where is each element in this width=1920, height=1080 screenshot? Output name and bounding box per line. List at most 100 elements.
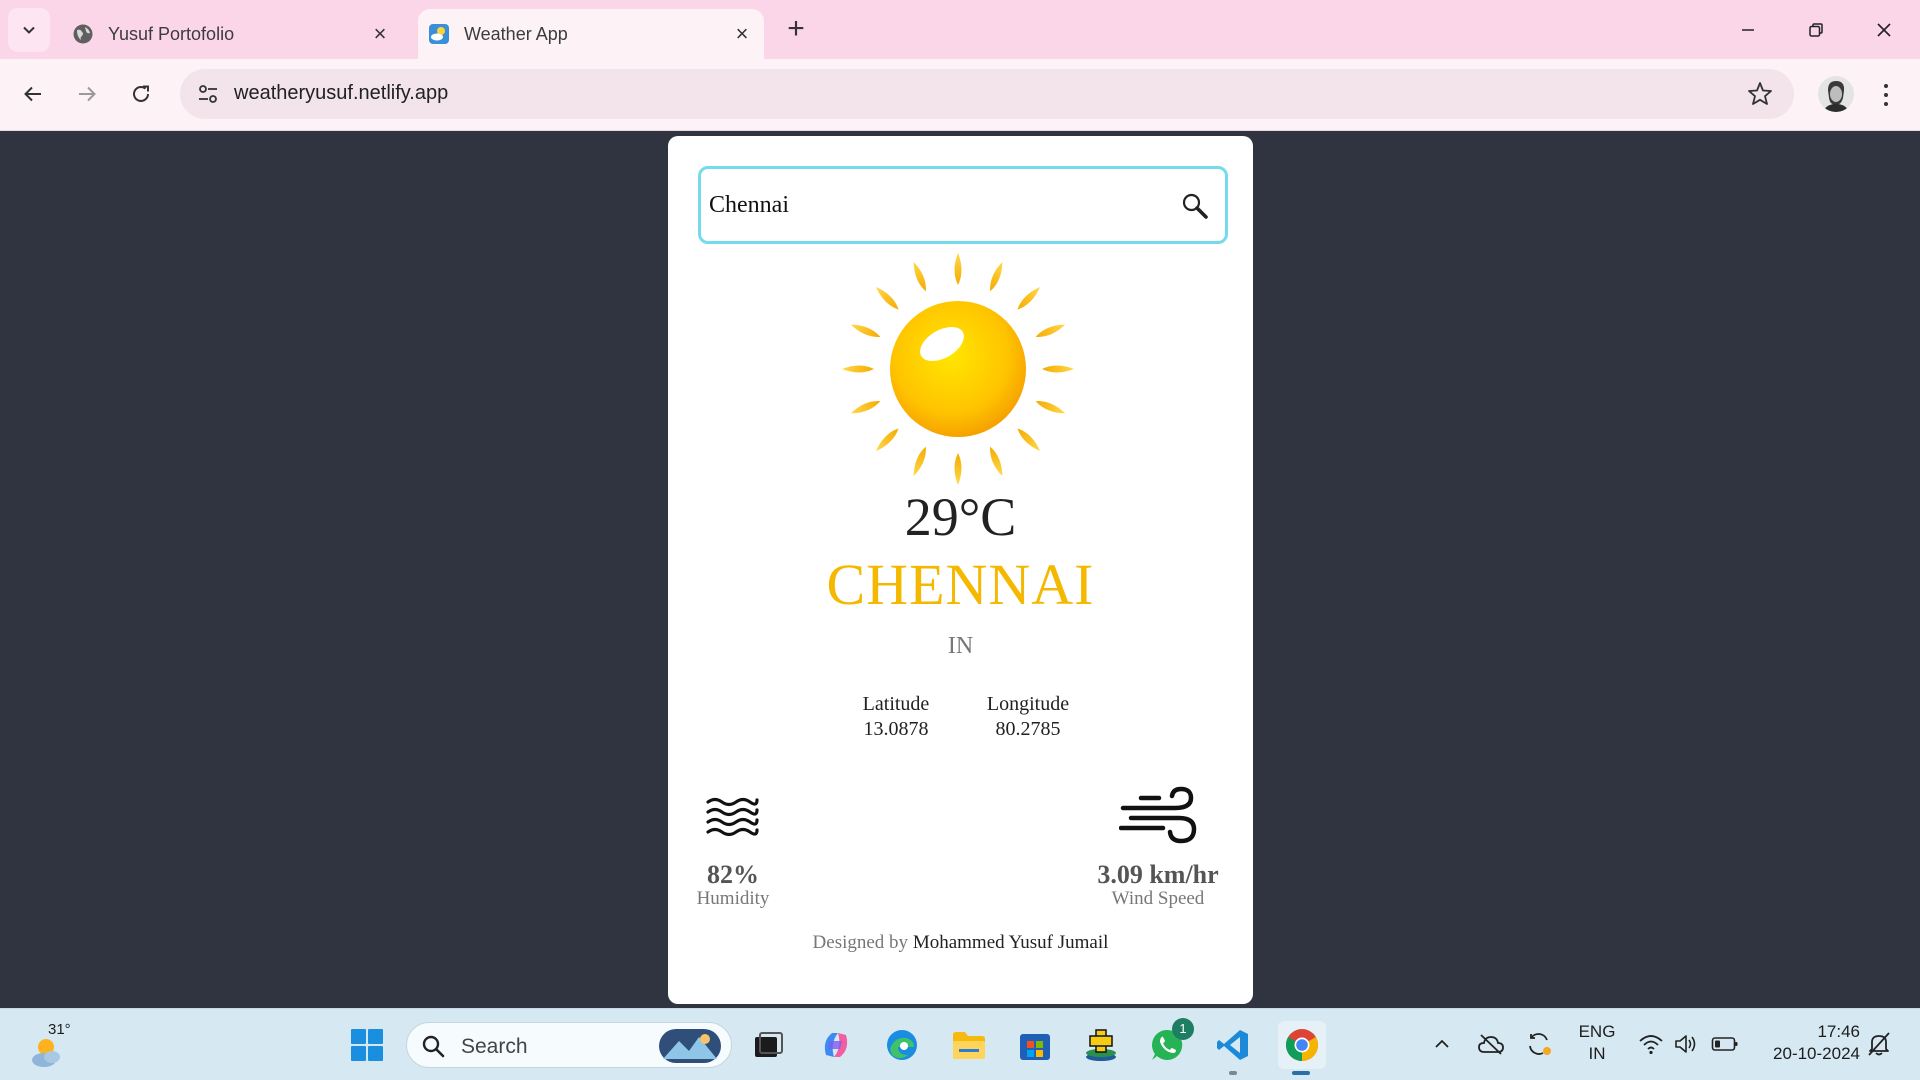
minimize-button[interactable] bbox=[1728, 12, 1768, 48]
onedrive-button[interactable] bbox=[1476, 1029, 1506, 1059]
temperature-value: 29°C bbox=[904, 487, 1017, 547]
task-view-button[interactable] bbox=[747, 1024, 789, 1066]
globe-icon bbox=[73, 24, 93, 44]
city-search-input[interactable] bbox=[709, 179, 1149, 231]
wind-speed-value: 3.09 km/hr bbox=[1097, 860, 1219, 889]
sun-ray bbox=[842, 365, 874, 373]
weather-favicon-icon bbox=[429, 24, 449, 44]
sun-ray bbox=[1017, 428, 1041, 452]
minimize-icon bbox=[1742, 29, 1754, 31]
tab-search-dropdown-button[interactable] bbox=[8, 8, 50, 52]
tab-weather-app[interactable]: Weather App × bbox=[418, 9, 764, 59]
designer-credit: Designed by Mohammed Yusuf Jumail bbox=[668, 932, 1253, 954]
store-button[interactable] bbox=[1014, 1024, 1056, 1066]
tab-yusuf-portfolio[interactable]: Yusuf Portofolio × bbox=[62, 9, 402, 59]
browser-toolbar: weatheryusuf.netlify.app bbox=[0, 59, 1920, 131]
reload-button[interactable] bbox=[121, 74, 161, 114]
new-tab-button[interactable]: + bbox=[778, 12, 814, 48]
clock-time: 17:46 bbox=[1817, 1022, 1860, 1041]
tab-title: Weather App bbox=[464, 23, 568, 44]
credit-prefix: Designed by bbox=[812, 932, 913, 953]
close-icon[interactable]: × bbox=[726, 21, 758, 47]
clock-date: 20-10-2024 bbox=[1773, 1044, 1860, 1063]
avatar-icon bbox=[1818, 76, 1854, 112]
app-button[interactable] bbox=[1080, 1024, 1122, 1066]
menu-button[interactable] bbox=[1874, 77, 1898, 113]
plus-stack-icon bbox=[1086, 1029, 1116, 1061]
language-indicator[interactable]: ENG IN bbox=[1570, 1021, 1624, 1065]
sync-icon bbox=[1529, 1033, 1551, 1055]
show-hidden-icons-button[interactable] bbox=[1427, 1029, 1457, 1059]
sun-ray bbox=[990, 446, 1003, 477]
sun-ray bbox=[1017, 286, 1041, 310]
weather-card: 29°C CHENNAI IN Latitude 13.0878 Longitu… bbox=[668, 136, 1253, 1004]
search-icon[interactable] bbox=[1181, 192, 1209, 220]
profile-avatar[interactable] bbox=[1818, 76, 1854, 112]
sun-ray bbox=[990, 261, 1003, 292]
whatsapp-button[interactable]: 1 bbox=[1146, 1018, 1194, 1066]
volume-button[interactable] bbox=[1672, 1029, 1702, 1059]
close-icon[interactable]: × bbox=[364, 21, 396, 47]
humidity-value: 82% bbox=[707, 860, 759, 889]
sun-ray bbox=[850, 324, 881, 337]
running-indicator bbox=[1229, 1071, 1237, 1075]
sync-button[interactable] bbox=[1524, 1029, 1554, 1059]
wifi-button[interactable] bbox=[1636, 1029, 1666, 1059]
bell-icon bbox=[1868, 1032, 1890, 1056]
battery-icon bbox=[1711, 1037, 1738, 1051]
back-button[interactable] bbox=[13, 74, 53, 114]
vscode-button[interactable] bbox=[1212, 1024, 1254, 1066]
copilot-button[interactable] bbox=[815, 1024, 857, 1066]
forward-button[interactable] bbox=[67, 74, 107, 114]
wind-icon bbox=[1119, 786, 1197, 844]
cloud-off-icon bbox=[1478, 1034, 1504, 1055]
longitude-value: 80.2785 bbox=[995, 718, 1061, 740]
taskbar-weather-widget[interactable]: 31° bbox=[28, 1021, 78, 1071]
site-settings-icon[interactable] bbox=[196, 82, 220, 106]
sun-ray bbox=[850, 401, 881, 414]
speaker-icon bbox=[1675, 1035, 1696, 1053]
sun-ray bbox=[1042, 365, 1074, 373]
windows-logo-icon bbox=[351, 1029, 383, 1061]
restore-button[interactable] bbox=[1796, 12, 1836, 48]
notifications-button[interactable] bbox=[1864, 1029, 1894, 1059]
address-bar[interactable]: weatheryusuf.netlify.app bbox=[180, 69, 1794, 119]
language-line2: IN bbox=[1588, 1044, 1606, 1063]
chrome-button[interactable] bbox=[1278, 1021, 1326, 1069]
wifi-icon bbox=[1639, 1035, 1663, 1055]
vscode-icon bbox=[1217, 1030, 1248, 1060]
notification-badge: 1 bbox=[1172, 1018, 1194, 1040]
language-line1: ENG bbox=[1578, 1022, 1616, 1041]
edge-icon bbox=[887, 1030, 917, 1060]
reload-icon bbox=[133, 85, 149, 102]
active-app-indicator bbox=[1292, 1071, 1310, 1075]
restore-icon bbox=[1809, 23, 1823, 37]
search-icon bbox=[422, 1035, 445, 1058]
sun-ray bbox=[954, 253, 962, 285]
wind-speed-label: Wind Speed bbox=[1111, 888, 1205, 909]
file-explorer-button[interactable] bbox=[948, 1024, 990, 1066]
sun-ray bbox=[913, 446, 926, 477]
clock[interactable]: 17:46 20-10-2024 bbox=[1756, 1021, 1860, 1065]
copilot-icon bbox=[824, 1033, 848, 1057]
url-text: weatheryusuf.netlify.app bbox=[234, 82, 449, 104]
chevron-up-icon bbox=[1435, 1039, 1449, 1048]
windows-taskbar: 31° Search 1 ENG IN 17:46 20-10-2024 bbox=[0, 1008, 1920, 1080]
search-highlight-icon bbox=[659, 1029, 721, 1063]
tab-title: Yusuf Portofolio bbox=[108, 23, 235, 44]
taskbar-search-label: Search bbox=[461, 1035, 528, 1058]
task-view-icon bbox=[755, 1032, 783, 1057]
close-window-button[interactable] bbox=[1864, 12, 1904, 48]
star-icon[interactable] bbox=[1746, 80, 1774, 108]
humidity-label: Humidity bbox=[696, 888, 770, 909]
longitude-block: Longitude 80.2785 bbox=[963, 692, 1093, 742]
store-icon bbox=[1020, 1034, 1050, 1060]
latitude-value: 13.0878 bbox=[863, 718, 929, 740]
battery-button[interactable] bbox=[1710, 1029, 1740, 1059]
taskbar-search[interactable]: Search bbox=[406, 1022, 732, 1068]
chevron-down-icon bbox=[23, 26, 35, 34]
search-box bbox=[698, 166, 1228, 244]
edge-button[interactable] bbox=[881, 1024, 923, 1066]
sun-ray bbox=[1035, 401, 1066, 414]
start-button[interactable] bbox=[346, 1024, 388, 1066]
